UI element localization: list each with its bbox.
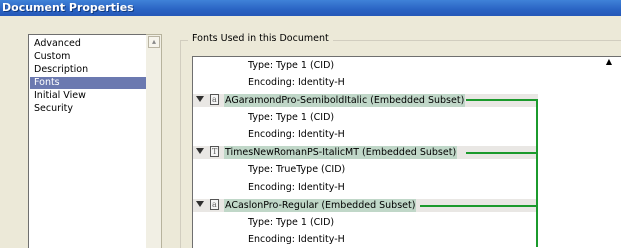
window-title: Document Properties: [2, 1, 134, 14]
font-name: AGaramondPro-SemiboldItalic (Embedded Su…: [224, 94, 466, 107]
connector-line: [466, 152, 538, 154]
title-bar[interactable]: Document Properties: [0, 0, 621, 16]
connector-line: [536, 99, 538, 247]
category-item-custom[interactable]: Custom: [30, 51, 146, 63]
scroll-up-icon[interactable]: ▲: [604, 57, 614, 66]
category-label: Initial View: [34, 90, 86, 101]
font-detail-encoding: Encoding: Identity-H: [248, 77, 345, 88]
connector-line: [420, 205, 538, 207]
expand-triangle-icon[interactable]: [196, 148, 204, 154]
font-detail-encoding: Encoding: Identity-H: [248, 234, 345, 245]
font-detail-type: Type: Type 1 (CID): [248, 217, 335, 228]
fonts-group-label: Fonts Used in this Document: [188, 33, 333, 44]
category-item-description[interactable]: Description: [30, 64, 146, 76]
truetype-font-icon: T: [210, 146, 219, 157]
font-detail-type: Type: TrueType (CID): [248, 164, 346, 175]
type1-font-icon: a: [210, 94, 219, 105]
document-properties-window: Document Properties Advanced Custom Desc…: [0, 0, 621, 248]
connector-line: [466, 99, 538, 101]
category-label: Description: [34, 64, 89, 75]
category-item-fonts[interactable]: Fonts: [30, 77, 146, 89]
font-detail-type: Type: Type 1 (CID): [248, 112, 335, 123]
category-scrollbar[interactable]: ▴: [146, 34, 162, 248]
font-detail-encoding: Encoding: Identity-H: [248, 182, 345, 193]
category-item-advanced[interactable]: Advanced: [30, 38, 146, 50]
category-label: Fonts: [34, 77, 60, 88]
font-name: ACaslonPro-Regular (Embedded Subset): [224, 199, 417, 212]
category-item-initial-view[interactable]: Initial View: [30, 90, 146, 102]
scroll-up-icon[interactable]: ▴: [148, 36, 160, 48]
font-detail-encoding: Encoding: Identity-H: [248, 129, 345, 140]
category-label: Advanced: [34, 38, 81, 49]
category-label: Custom: [34, 51, 71, 62]
type1-font-icon: a: [210, 199, 219, 210]
expand-triangle-icon[interactable]: [196, 201, 204, 207]
font-name: TimesNewRomanPS-ItalicMT (Embedded Subse…: [224, 146, 458, 159]
expand-triangle-icon[interactable]: [196, 96, 204, 102]
category-label: Security: [34, 103, 74, 114]
font-detail-type: Type: Type 1 (CID): [248, 60, 335, 71]
category-item-security[interactable]: Security: [30, 103, 146, 115]
category-list[interactable]: Advanced Custom Description Fonts Initia…: [28, 34, 148, 248]
